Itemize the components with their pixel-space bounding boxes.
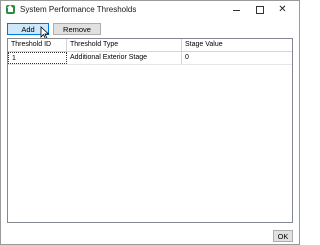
window-title: System Performance Thresholds <box>20 5 137 14</box>
home-icon <box>6 5 15 14</box>
maximize-icon <box>255 5 264 14</box>
column-header-threshold-id[interactable]: Threshold ID <box>8 39 67 51</box>
close-icon: ✕ <box>278 3 287 15</box>
close-button[interactable]: ✕ <box>271 1 294 18</box>
table-header: Threshold ID Threshold Type Stage Value <box>8 39 292 52</box>
cell-stage-value[interactable]: 0 <box>182 52 292 64</box>
minimize-button[interactable] <box>225 1 248 18</box>
minimize-icon <box>233 10 240 11</box>
title-bar[interactable]: System Performance Thresholds ✕ <box>1 1 299 18</box>
maximize-button[interactable] <box>248 1 271 18</box>
cell-threshold-type[interactable]: Additional Exterior Stage <box>67 52 182 64</box>
column-header-threshold-type[interactable]: Threshold Type <box>67 39 182 51</box>
remove-button[interactable]: Remove <box>53 23 101 35</box>
ok-button[interactable]: OK <box>273 230 293 242</box>
table-row[interactable]: 1 Additional Exterior Stage 0 <box>8 52 292 65</box>
thresholds-table[interactable]: Threshold ID Threshold Type Stage Value … <box>7 38 293 223</box>
cell-threshold-id[interactable]: 1 <box>8 52 67 64</box>
dialog-window: System Performance Thresholds ✕ Add Remo… <box>0 0 300 245</box>
column-header-stage-value[interactable]: Stage Value <box>182 39 292 51</box>
